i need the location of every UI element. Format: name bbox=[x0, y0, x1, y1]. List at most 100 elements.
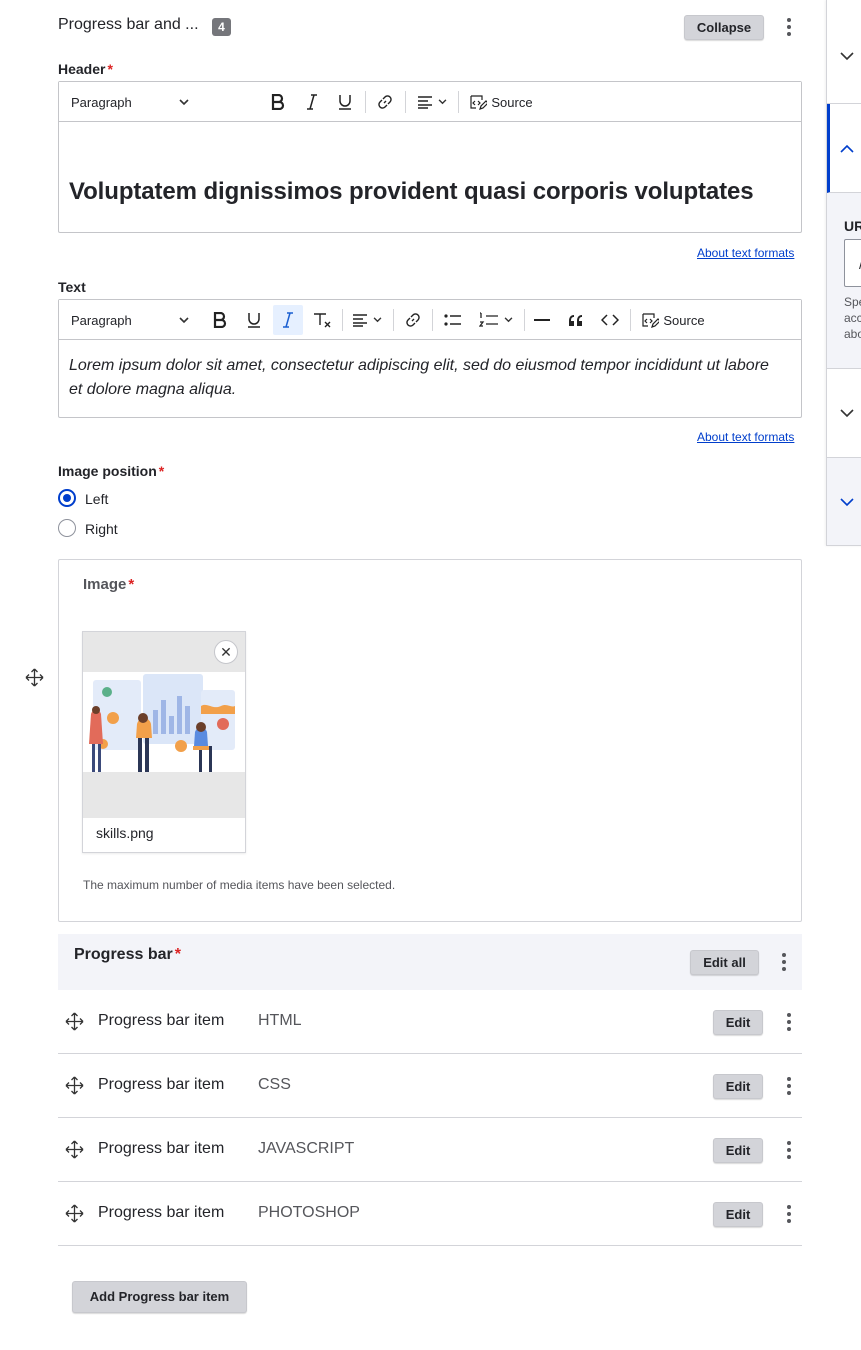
header-format-select[interactable]: Paragraph bbox=[65, 82, 195, 122]
chevron-down-icon bbox=[373, 317, 382, 323]
collapse-button[interactable]: Collapse bbox=[684, 15, 764, 40]
sidebar-expanded-panel: UR / Spe acc abo bbox=[827, 193, 861, 369]
edit-button[interactable]: Edit bbox=[713, 1138, 763, 1163]
row-title: Progress bar item bbox=[98, 1076, 225, 1093]
about-text-formats-link[interactable]: About text formats bbox=[697, 246, 794, 260]
row-actions-menu-icon[interactable] bbox=[781, 1011, 797, 1033]
sidebar-url-input[interactable]: / bbox=[844, 239, 861, 287]
sidebar-section[interactable] bbox=[827, 458, 861, 546]
add-progress-bar-item-button[interactable]: Add Progress bar item bbox=[72, 1281, 247, 1313]
source-button[interactable]: Source bbox=[637, 300, 709, 340]
bulleted-list-button[interactable] bbox=[438, 300, 468, 340]
horizontal-line-button[interactable] bbox=[527, 300, 557, 340]
chevron-down-icon bbox=[438, 99, 447, 105]
paragraph-actions-menu-icon[interactable] bbox=[781, 16, 797, 38]
alignment-dropdown[interactable] bbox=[412, 82, 452, 122]
required-mark: * bbox=[107, 61, 113, 77]
link-icon bbox=[378, 95, 392, 109]
media-item-card[interactable]: ✕ skills.png bbox=[82, 631, 246, 853]
code-button[interactable] bbox=[595, 300, 625, 340]
text-label: Text bbox=[58, 279, 86, 295]
header-label: Header * bbox=[58, 61, 113, 77]
drag-handle-icon[interactable] bbox=[65, 1012, 84, 1036]
close-icon[interactable]: ✕ bbox=[214, 640, 238, 664]
table-row: Progress bar item CSS Edit bbox=[58, 1054, 802, 1118]
sidebar-section-expanded[interactable] bbox=[827, 104, 861, 193]
italic-icon bbox=[283, 312, 293, 328]
code-icon bbox=[601, 314, 619, 326]
row-summary: JAVASCRIPT bbox=[258, 1140, 355, 1157]
row-summary: PHOTOSHOP bbox=[258, 1204, 360, 1221]
source-label: Source bbox=[491, 94, 533, 110]
row-summary: HTML bbox=[258, 1012, 302, 1029]
required-mark: * bbox=[174, 946, 181, 963]
source-button[interactable]: Source bbox=[465, 82, 537, 122]
horizontal-line-icon bbox=[534, 319, 550, 321]
edit-button[interactable]: Edit bbox=[713, 1074, 763, 1099]
right-sidebar: UR / Spe acc abo bbox=[826, 0, 861, 546]
table-actions-menu-icon[interactable] bbox=[776, 951, 792, 973]
source-edit-icon bbox=[470, 95, 488, 110]
image-label: Image * bbox=[83, 576, 135, 593]
progress-bar-table-header: Progress bar * Edit all bbox=[58, 934, 802, 990]
link-button[interactable] bbox=[398, 300, 428, 340]
drag-handle-icon[interactable] bbox=[25, 668, 44, 692]
bold-button[interactable] bbox=[205, 300, 235, 340]
edit-button[interactable]: Edit bbox=[713, 1010, 763, 1035]
media-filename: skills.png bbox=[96, 825, 154, 841]
numbered-list-dropdown[interactable] bbox=[473, 300, 519, 340]
italic-icon bbox=[307, 94, 317, 110]
align-left-icon bbox=[418, 96, 432, 109]
chevron-down-icon bbox=[840, 409, 854, 418]
bold-icon bbox=[213, 312, 227, 328]
image-position-left-radio[interactable] bbox=[58, 489, 76, 507]
chevron-down-icon bbox=[179, 98, 189, 105]
row-actions-menu-icon[interactable] bbox=[781, 1075, 797, 1097]
link-icon bbox=[406, 313, 420, 327]
drag-handle-icon[interactable] bbox=[65, 1076, 84, 1100]
table-row: Progress bar item HTML Edit bbox=[58, 990, 802, 1054]
sidebar-section[interactable] bbox=[827, 369, 861, 458]
row-title: Progress bar item bbox=[98, 1012, 225, 1029]
about-text-formats-link[interactable]: About text formats bbox=[697, 430, 794, 444]
image-position-right-radio[interactable] bbox=[58, 519, 76, 537]
text-editor-toolbar: Paragraph Source bbox=[59, 300, 801, 340]
row-actions-menu-icon[interactable] bbox=[781, 1203, 797, 1225]
header-content[interactable]: Voluptatem dignissimos provident quasi c… bbox=[69, 178, 754, 206]
source-label: Source bbox=[663, 312, 705, 328]
bold-button[interactable] bbox=[263, 82, 293, 122]
row-summary: CSS bbox=[258, 1076, 291, 1093]
drag-handle-icon[interactable] bbox=[65, 1204, 84, 1228]
row-title: Progress bar item bbox=[98, 1204, 225, 1221]
paragraph-count-badge: 4 bbox=[212, 18, 231, 36]
underline-icon bbox=[248, 313, 260, 328]
underline-button[interactable] bbox=[239, 300, 269, 340]
alignment-dropdown[interactable] bbox=[347, 300, 387, 340]
italic-button-active[interactable] bbox=[273, 305, 303, 335]
blockquote-button[interactable] bbox=[561, 300, 591, 340]
paragraph-title: Progress bar and ... bbox=[58, 16, 199, 33]
table-row: Progress bar item JAVASCRIPT Edit bbox=[58, 1118, 802, 1182]
bulleted-list-icon bbox=[444, 314, 461, 326]
italic-button[interactable] bbox=[297, 82, 327, 122]
image-position-left-label[interactable]: Left bbox=[85, 491, 108, 507]
image-position-right-label[interactable]: Right bbox=[85, 521, 118, 537]
edit-all-button[interactable]: Edit all bbox=[690, 950, 759, 975]
text-format-select[interactable]: Paragraph bbox=[65, 300, 195, 340]
remove-format-button[interactable] bbox=[307, 300, 337, 340]
row-actions-menu-icon[interactable] bbox=[781, 1139, 797, 1161]
text-editor: Paragraph Source Lorem ipsum dolor sit a… bbox=[58, 299, 802, 418]
link-button[interactable] bbox=[370, 82, 400, 122]
edit-button[interactable]: Edit bbox=[713, 1202, 763, 1227]
chevron-down-icon bbox=[179, 316, 189, 323]
bold-icon bbox=[271, 94, 285, 110]
underline-icon bbox=[339, 95, 351, 110]
required-mark: * bbox=[128, 576, 135, 593]
underline-button[interactable] bbox=[330, 82, 360, 122]
sidebar-section[interactable] bbox=[827, 0, 861, 104]
drag-handle-icon[interactable] bbox=[65, 1140, 84, 1164]
sidebar-field-label: UR bbox=[844, 218, 861, 234]
row-title: Progress bar item bbox=[98, 1140, 225, 1157]
source-edit-icon bbox=[642, 313, 660, 328]
text-content[interactable]: Lorem ipsum dolor sit amet, consectetur … bbox=[69, 354, 769, 402]
